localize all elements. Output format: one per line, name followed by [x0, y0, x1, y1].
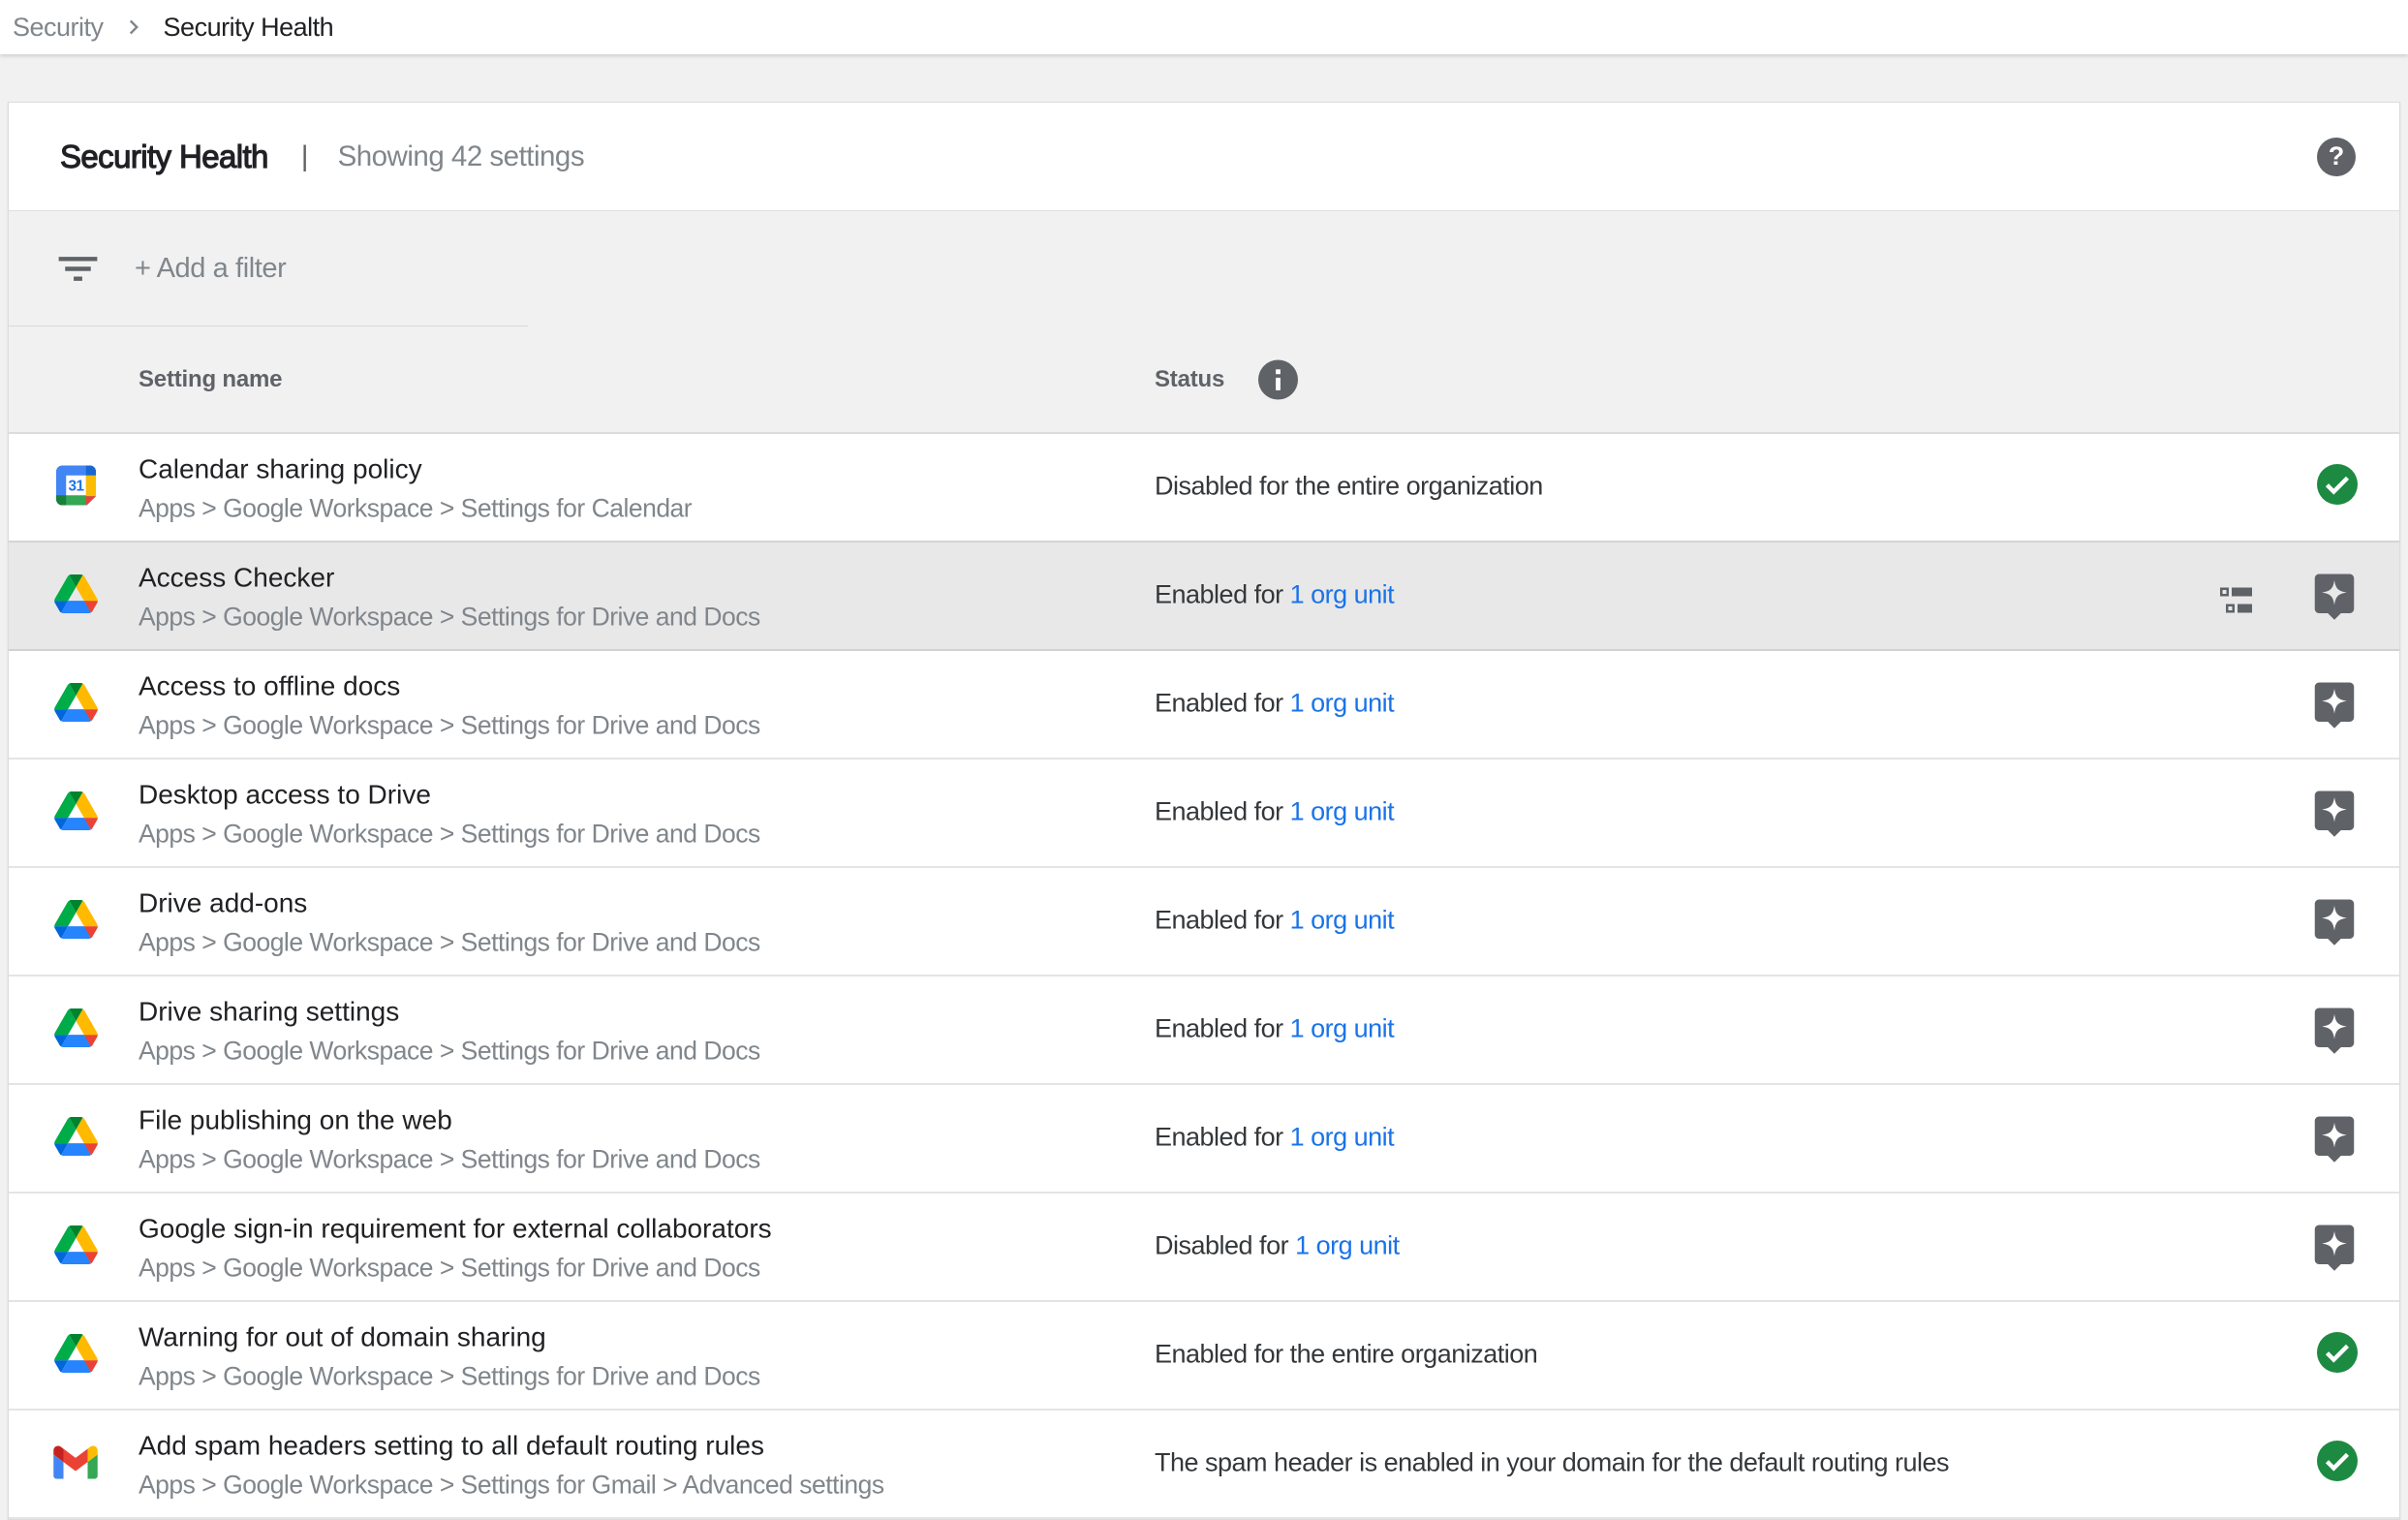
svg-text:31: 31: [68, 479, 84, 495]
